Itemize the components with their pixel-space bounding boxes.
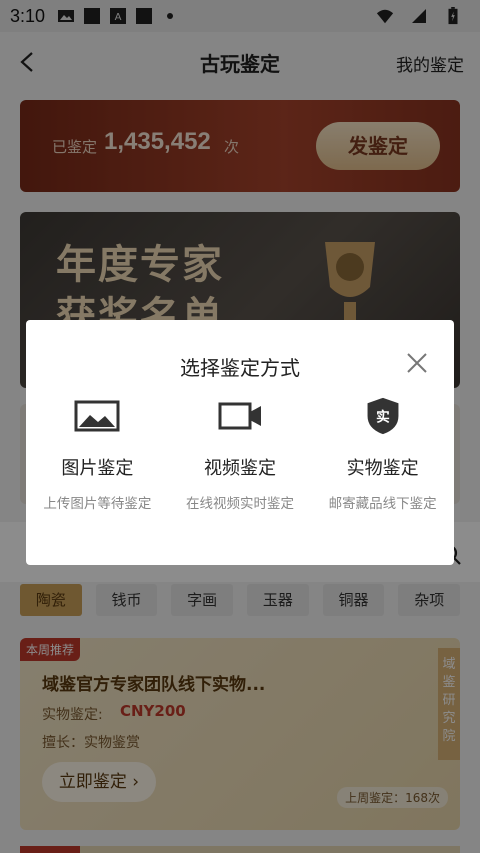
close-icon[interactable] bbox=[406, 352, 428, 374]
appraisal-method-dialog: 选择鉴定方式 图片鉴定 上传图片等待鉴定 视频鉴定 在线视频实时鉴定 实 实物鉴… bbox=[26, 320, 454, 565]
option-physical-appraisal[interactable]: 实 实物鉴定 邮寄藏品线下鉴定 bbox=[311, 396, 454, 512]
option-name: 实物鉴定 bbox=[346, 458, 419, 479]
option-name: 图片鉴定 bbox=[61, 458, 134, 479]
option-video-appraisal[interactable]: 视频鉴定 在线视频实时鉴定 bbox=[169, 396, 312, 512]
option-desc: 在线视频实时鉴定 bbox=[186, 496, 294, 512]
option-image-appraisal[interactable]: 图片鉴定 上传图片等待鉴定 bbox=[26, 396, 169, 512]
option-name: 视频鉴定 bbox=[204, 458, 276, 479]
shield-badge-icon: 实 bbox=[367, 397, 399, 435]
dialog-title: 选择鉴定方式 bbox=[180, 356, 300, 380]
option-desc: 上传图片等待鉴定 bbox=[43, 496, 152, 512]
image-icon bbox=[74, 400, 120, 432]
video-camera-icon bbox=[218, 402, 261, 430]
shield-badge-char: 实 bbox=[376, 408, 390, 425]
option-desc: 邮寄藏品线下鉴定 bbox=[328, 496, 437, 512]
method-options: 图片鉴定 上传图片等待鉴定 视频鉴定 在线视频实时鉴定 实 实物鉴定 邮寄藏品线… bbox=[26, 396, 454, 512]
